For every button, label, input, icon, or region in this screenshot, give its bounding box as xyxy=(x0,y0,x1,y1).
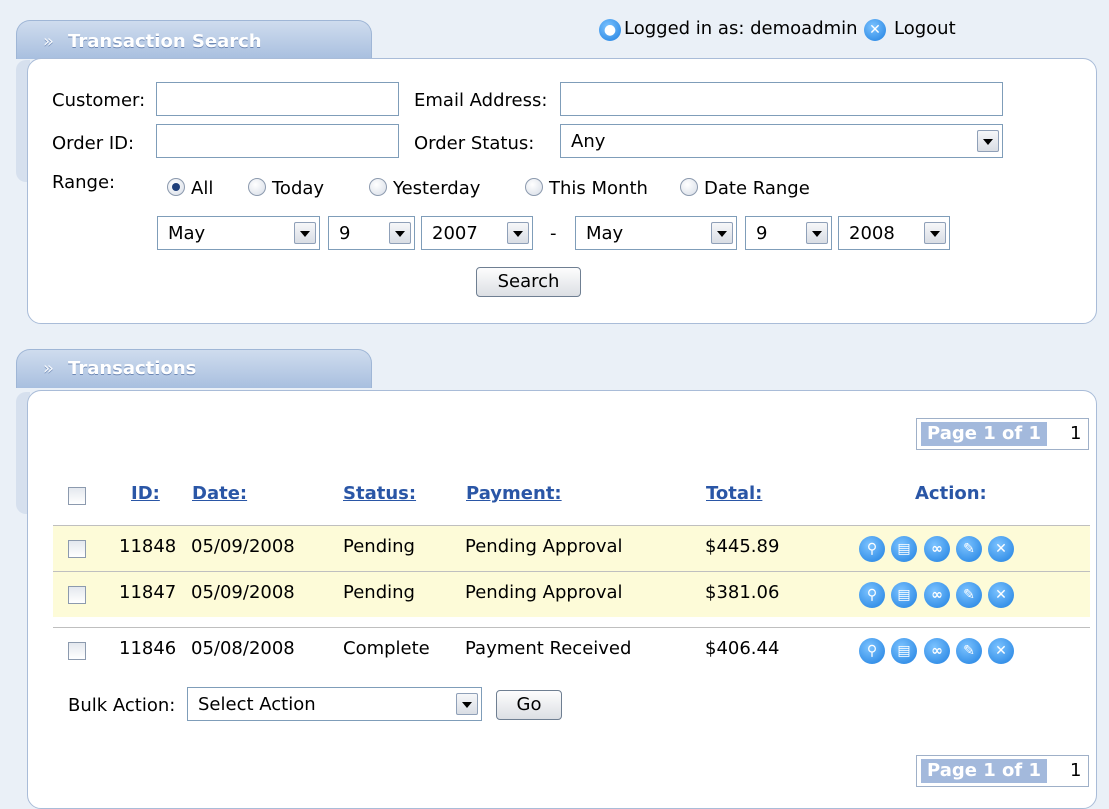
row-payment: Pending Approval xyxy=(465,582,623,603)
row-total: $381.06 xyxy=(705,582,780,603)
delete-icon[interactable]: ✕ xyxy=(988,536,1014,562)
row-status: Complete xyxy=(343,638,430,659)
column-id[interactable]: ID: xyxy=(131,483,160,504)
view-icon[interactable]: ⚲ xyxy=(859,536,885,562)
column-action: Action: xyxy=(915,483,987,504)
view-icon[interactable]: ⚲ xyxy=(859,582,885,608)
search-tab[interactable]: » Transaction Search xyxy=(16,20,372,59)
row-date: 05/09/2008 xyxy=(191,536,295,557)
go-button[interactable]: Go xyxy=(496,690,562,720)
chevron-icon: » xyxy=(43,31,55,52)
to-day-select[interactable]: 9 xyxy=(745,216,832,250)
customer-label: Customer: xyxy=(52,90,146,111)
range-all-radio[interactable]: All xyxy=(167,178,213,202)
to-month-select[interactable]: May xyxy=(575,216,737,250)
bulk-action-select[interactable]: Select Action xyxy=(187,687,482,721)
row-total: $445.89 xyxy=(705,536,780,557)
view-icon[interactable]: ⚲ xyxy=(859,638,885,664)
range-label: Range: xyxy=(52,172,116,193)
pager-top: Page 1 of 1 1 xyxy=(916,418,1089,450)
row-checkbox[interactable] xyxy=(68,642,86,660)
order-status-label: Order Status: xyxy=(414,133,535,154)
row-date: 05/08/2008 xyxy=(191,638,295,659)
row-payment: Payment Received xyxy=(465,638,632,659)
range-date-range-radio[interactable]: Date Range xyxy=(680,178,810,202)
page-indicator: Page 1 of 1 xyxy=(921,422,1047,446)
chevron-down-icon[interactable] xyxy=(456,693,478,715)
chevron-down-icon[interactable] xyxy=(507,222,529,244)
select-all-checkbox[interactable] xyxy=(68,487,86,505)
table-row: 11848 05/09/2008 Pending Pending Approva… xyxy=(53,526,1090,571)
table-row: 11847 05/09/2008 Pending Pending Approva… xyxy=(53,572,1090,617)
chevron-down-icon[interactable] xyxy=(389,222,411,244)
from-day-select[interactable]: 9 xyxy=(328,216,415,250)
pager-bottom: Page 1 of 1 1 xyxy=(916,755,1089,787)
bulk-action-label: Bulk Action: xyxy=(68,695,176,716)
chevron-down-icon[interactable] xyxy=(806,222,828,244)
delete-icon[interactable]: ✕ xyxy=(988,638,1014,664)
delete-icon[interactable]: ✕ xyxy=(988,582,1014,608)
range-dash: - xyxy=(550,223,557,244)
logged-in-text: Logged in as: demoadmin xyxy=(624,18,858,39)
range-yesterday-radio[interactable]: Yesterday xyxy=(369,178,480,202)
row-date: 05/09/2008 xyxy=(191,582,295,603)
row-status: Pending xyxy=(343,536,415,557)
attach-icon[interactable]: ∞ xyxy=(924,536,950,562)
search-button[interactable]: Search xyxy=(476,267,581,297)
range-this-month-radio[interactable]: This Month xyxy=(525,178,648,202)
row-status: Pending xyxy=(343,582,415,603)
table-row: 11846 05/08/2008 Complete Payment Receiv… xyxy=(53,628,1090,673)
email-input[interactable] xyxy=(560,82,1003,116)
edit-icon[interactable]: ✎ xyxy=(956,536,982,562)
chevron-down-icon[interactable] xyxy=(294,222,316,244)
row-payment: Pending Approval xyxy=(465,536,623,557)
column-date[interactable]: Date: xyxy=(192,483,247,504)
logout-icon[interactable]: ✕ xyxy=(864,19,886,41)
to-year-select[interactable]: 2008 xyxy=(838,216,950,250)
chevron-down-icon[interactable] xyxy=(711,222,733,244)
page-indicator: Page 1 of 1 xyxy=(921,759,1047,783)
row-checkbox[interactable] xyxy=(68,540,86,558)
search-tab-title: Transaction Search xyxy=(68,31,262,52)
print-icon[interactable]: ▤ xyxy=(891,536,917,562)
column-total[interactable]: Total: xyxy=(706,483,762,504)
customer-input[interactable] xyxy=(156,82,399,116)
attach-icon[interactable]: ∞ xyxy=(924,582,950,608)
chevron-down-icon[interactable] xyxy=(924,222,946,244)
column-status[interactable]: Status: xyxy=(343,483,416,504)
column-payment[interactable]: Payment: xyxy=(466,483,562,504)
page-link[interactable]: 1 xyxy=(1070,422,1081,446)
from-year-select[interactable]: 2007 xyxy=(421,216,533,250)
row-id: 11847 xyxy=(119,582,177,603)
order-id-input[interactable] xyxy=(156,124,399,158)
order-id-label: Order ID: xyxy=(52,133,135,154)
user-icon: ● xyxy=(599,19,621,41)
chevron-icon: » xyxy=(43,358,55,379)
attach-icon[interactable]: ∞ xyxy=(924,638,950,664)
from-month-select[interactable]: May xyxy=(157,216,320,250)
logout-link[interactable]: Logout xyxy=(894,18,956,39)
row-checkbox[interactable] xyxy=(68,586,86,604)
transactions-tab-title: Transactions xyxy=(68,358,197,379)
row-id: 11846 xyxy=(119,638,177,659)
transactions-tab[interactable]: » Transactions xyxy=(16,349,372,388)
email-label: Email Address: xyxy=(414,90,548,111)
order-status-select[interactable]: Any xyxy=(560,124,1003,158)
chevron-down-icon[interactable] xyxy=(977,130,999,152)
page-link[interactable]: 1 xyxy=(1070,759,1081,783)
print-icon[interactable]: ▤ xyxy=(891,638,917,664)
print-icon[interactable]: ▤ xyxy=(891,582,917,608)
range-today-radio[interactable]: Today xyxy=(248,178,324,202)
edit-icon[interactable]: ✎ xyxy=(956,582,982,608)
edit-icon[interactable]: ✎ xyxy=(956,638,982,664)
row-id: 11848 xyxy=(119,536,177,557)
row-total: $406.44 xyxy=(705,638,780,659)
